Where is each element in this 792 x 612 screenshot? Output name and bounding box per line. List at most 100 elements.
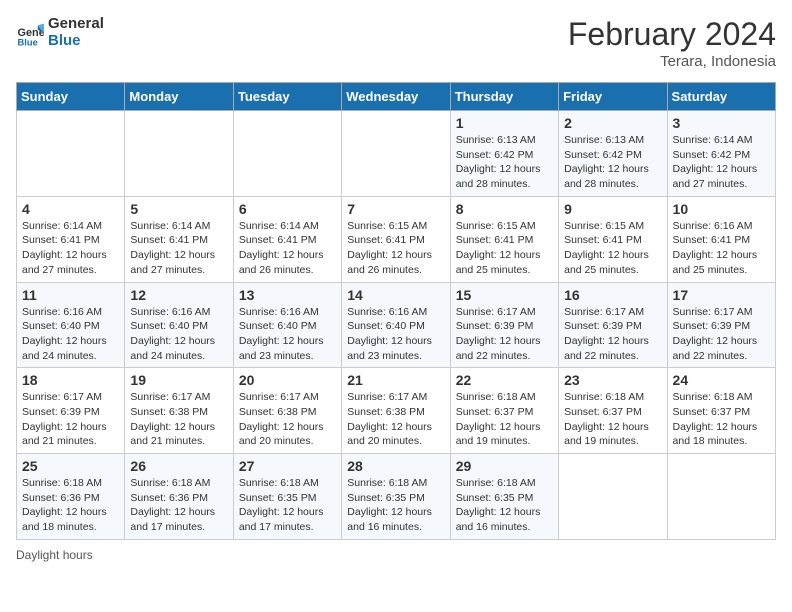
logo-line2: Blue: [48, 33, 104, 50]
day-cell: 22Sunrise: 6:18 AM Sunset: 6:37 PM Dayli…: [450, 368, 558, 454]
day-cell: 9Sunrise: 6:15 AM Sunset: 6:41 PM Daylig…: [559, 196, 667, 282]
day-info: Sunrise: 6:14 AM Sunset: 6:41 PM Dayligh…: [22, 219, 119, 278]
day-info: Sunrise: 6:16 AM Sunset: 6:41 PM Dayligh…: [673, 219, 770, 278]
col-header-wednesday: Wednesday: [342, 83, 450, 111]
day-info: Sunrise: 6:17 AM Sunset: 6:38 PM Dayligh…: [130, 390, 227, 449]
location: Terara, Indonesia: [568, 53, 776, 70]
title-block: February 2024 Terara, Indonesia: [568, 16, 776, 70]
week-row-5: 25 Sunrise: 6:18 AM Sunset: 6:36 PM Dayli…: [17, 454, 776, 540]
day-cell: 5 Sunrise: 6:14 AM Sunset: 6:41 PM Daylig…: [125, 196, 233, 282]
day-number: 3: [673, 115, 770, 131]
day-number: 20: [239, 372, 336, 388]
day-cell: [233, 111, 341, 197]
day-number: 11: [22, 287, 119, 303]
day-cell: 6 Sunrise: 6:14 AM Sunset: 6:41 PM Daylig…: [233, 196, 341, 282]
day-info: Sunrise: 6:16 AM Sunset: 6:40 PM Dayligh…: [239, 305, 336, 364]
day-info: Sunrise: 6:15 AM Sunset: 6:41 PM Dayligh…: [456, 219, 553, 278]
header-row: SundayMondayTuesdayWednesdayThursdayFrid…: [17, 83, 776, 111]
day-cell: [17, 111, 125, 197]
day-cell: 26Sunrise: 6:18 AM Sunset: 6:36 PM Dayli…: [125, 454, 233, 540]
day-info: Sunrise: 6:18 AM Sunset: 6:36 PM Dayligh…: [130, 476, 227, 535]
day-number: 10: [673, 201, 770, 217]
day-number: 12: [130, 287, 227, 303]
day-cell: 21Sunrise: 6:17 AM Sunset: 6:38 PM Dayli…: [342, 368, 450, 454]
day-number: 18: [22, 372, 119, 388]
day-info: Sunrise: 6:18 AM Sunset: 6:36 PM Dayligh…: [22, 476, 119, 535]
day-cell: 18 Sunrise: 6:17 AM Sunset: 6:39 PM Dayli…: [17, 368, 125, 454]
day-number: 2: [564, 115, 661, 131]
svg-text:Blue: Blue: [18, 37, 38, 47]
day-cell: 14 Sunrise: 6:16 AM Sunset: 6:40 PM Dayli…: [342, 282, 450, 368]
day-info: Sunrise: 6:14 AM Sunset: 6:41 PM Dayligh…: [239, 219, 336, 278]
day-number: 29: [456, 458, 553, 474]
day-info: Sunrise: 6:15 AM Sunset: 6:41 PM Dayligh…: [347, 219, 444, 278]
day-cell: [342, 111, 450, 197]
day-number: 22: [456, 372, 553, 388]
day-number: 17: [673, 287, 770, 303]
day-cell: [559, 454, 667, 540]
week-row-3: 11 Sunrise: 6:16 AM Sunset: 6:40 PM Dayli…: [17, 282, 776, 368]
day-info: Sunrise: 6:13 AM Sunset: 6:42 PM Dayligh…: [456, 133, 553, 192]
col-header-friday: Friday: [559, 83, 667, 111]
day-cell: 19 Sunrise: 6:17 AM Sunset: 6:38 PM Dayli…: [125, 368, 233, 454]
day-number: 14: [347, 287, 444, 303]
day-cell: 4 Sunrise: 6:14 AM Sunset: 6:41 PM Daylig…: [17, 196, 125, 282]
day-number: 28: [347, 458, 444, 474]
day-number: 19: [130, 372, 227, 388]
day-cell: 15 Sunrise: 6:17 AM Sunset: 6:39 PM Dayli…: [450, 282, 558, 368]
day-info: Sunrise: 6:15 AM Sunset: 6:41 PM Dayligh…: [564, 219, 661, 278]
day-info: Sunrise: 6:17 AM Sunset: 6:38 PM Dayligh…: [239, 390, 336, 449]
day-number: 15: [456, 287, 553, 303]
daylight-label: Daylight hours: [16, 548, 93, 562]
day-number: 24: [673, 372, 770, 388]
day-cell: 10 Sunrise: 6:16 AM Sunset: 6:41 PM Dayli…: [667, 196, 775, 282]
day-info: Sunrise: 6:18 AM Sunset: 6:35 PM Dayligh…: [347, 476, 444, 535]
day-number: 27: [239, 458, 336, 474]
day-cell: 20 Sunrise: 6:17 AM Sunset: 6:38 PM Dayli…: [233, 368, 341, 454]
day-cell: [125, 111, 233, 197]
day-number: 13: [239, 287, 336, 303]
col-header-sunday: Sunday: [17, 83, 125, 111]
day-cell: 25 Sunrise: 6:18 AM Sunset: 6:36 PM Dayli…: [17, 454, 125, 540]
day-cell: 2 Sunrise: 6:13 AM Sunset: 6:42 PM Daylig…: [559, 111, 667, 197]
day-cell: 1Sunrise: 6:13 AM Sunset: 6:42 PM Daylig…: [450, 111, 558, 197]
day-number: 8: [456, 201, 553, 217]
day-info: Sunrise: 6:17 AM Sunset: 6:39 PM Dayligh…: [456, 305, 553, 364]
day-cell: 28 Sunrise: 6:18 AM Sunset: 6:35 PM Dayli…: [342, 454, 450, 540]
footer: Daylight hours: [16, 548, 776, 562]
day-info: Sunrise: 6:17 AM Sunset: 6:39 PM Dayligh…: [673, 305, 770, 364]
logo-line1: General: [48, 16, 104, 33]
logo-icon: General Blue: [16, 19, 44, 47]
col-header-thursday: Thursday: [450, 83, 558, 111]
day-cell: 13 Sunrise: 6:16 AM Sunset: 6:40 PM Dayli…: [233, 282, 341, 368]
day-number: 5: [130, 201, 227, 217]
day-cell: [667, 454, 775, 540]
day-number: 6: [239, 201, 336, 217]
day-number: 23: [564, 372, 661, 388]
day-info: Sunrise: 6:16 AM Sunset: 6:40 PM Dayligh…: [347, 305, 444, 364]
day-info: Sunrise: 6:14 AM Sunset: 6:42 PM Dayligh…: [673, 133, 770, 192]
day-cell: 11Sunrise: 6:16 AM Sunset: 6:40 PM Dayli…: [17, 282, 125, 368]
day-info: Sunrise: 6:18 AM Sunset: 6:35 PM Dayligh…: [456, 476, 553, 535]
month-year: February 2024: [568, 16, 776, 53]
col-header-tuesday: Tuesday: [233, 83, 341, 111]
day-number: 7: [347, 201, 444, 217]
day-number: 21: [347, 372, 444, 388]
day-cell: 16Sunrise: 6:17 AM Sunset: 6:39 PM Dayli…: [559, 282, 667, 368]
day-info: Sunrise: 6:17 AM Sunset: 6:39 PM Dayligh…: [22, 390, 119, 449]
calendar-table: SundayMondayTuesdayWednesdayThursdayFrid…: [16, 82, 776, 540]
day-info: Sunrise: 6:18 AM Sunset: 6:35 PM Dayligh…: [239, 476, 336, 535]
week-row-4: 18 Sunrise: 6:17 AM Sunset: 6:39 PM Dayli…: [17, 368, 776, 454]
week-row-2: 4 Sunrise: 6:14 AM Sunset: 6:41 PM Daylig…: [17, 196, 776, 282]
day-info: Sunrise: 6:16 AM Sunset: 6:40 PM Dayligh…: [130, 305, 227, 364]
day-cell: 29 Sunrise: 6:18 AM Sunset: 6:35 PM Dayli…: [450, 454, 558, 540]
day-number: 25: [22, 458, 119, 474]
day-cell: 24Sunrise: 6:18 AM Sunset: 6:37 PM Dayli…: [667, 368, 775, 454]
day-info: Sunrise: 6:17 AM Sunset: 6:39 PM Dayligh…: [564, 305, 661, 364]
day-info: Sunrise: 6:18 AM Sunset: 6:37 PM Dayligh…: [564, 390, 661, 449]
day-info: Sunrise: 6:14 AM Sunset: 6:41 PM Dayligh…: [130, 219, 227, 278]
day-number: 4: [22, 201, 119, 217]
day-cell: 23 Sunrise: 6:18 AM Sunset: 6:37 PM Dayli…: [559, 368, 667, 454]
page-header: General Blue General Blue February 2024 …: [16, 16, 776, 70]
day-info: Sunrise: 6:13 AM Sunset: 6:42 PM Dayligh…: [564, 133, 661, 192]
